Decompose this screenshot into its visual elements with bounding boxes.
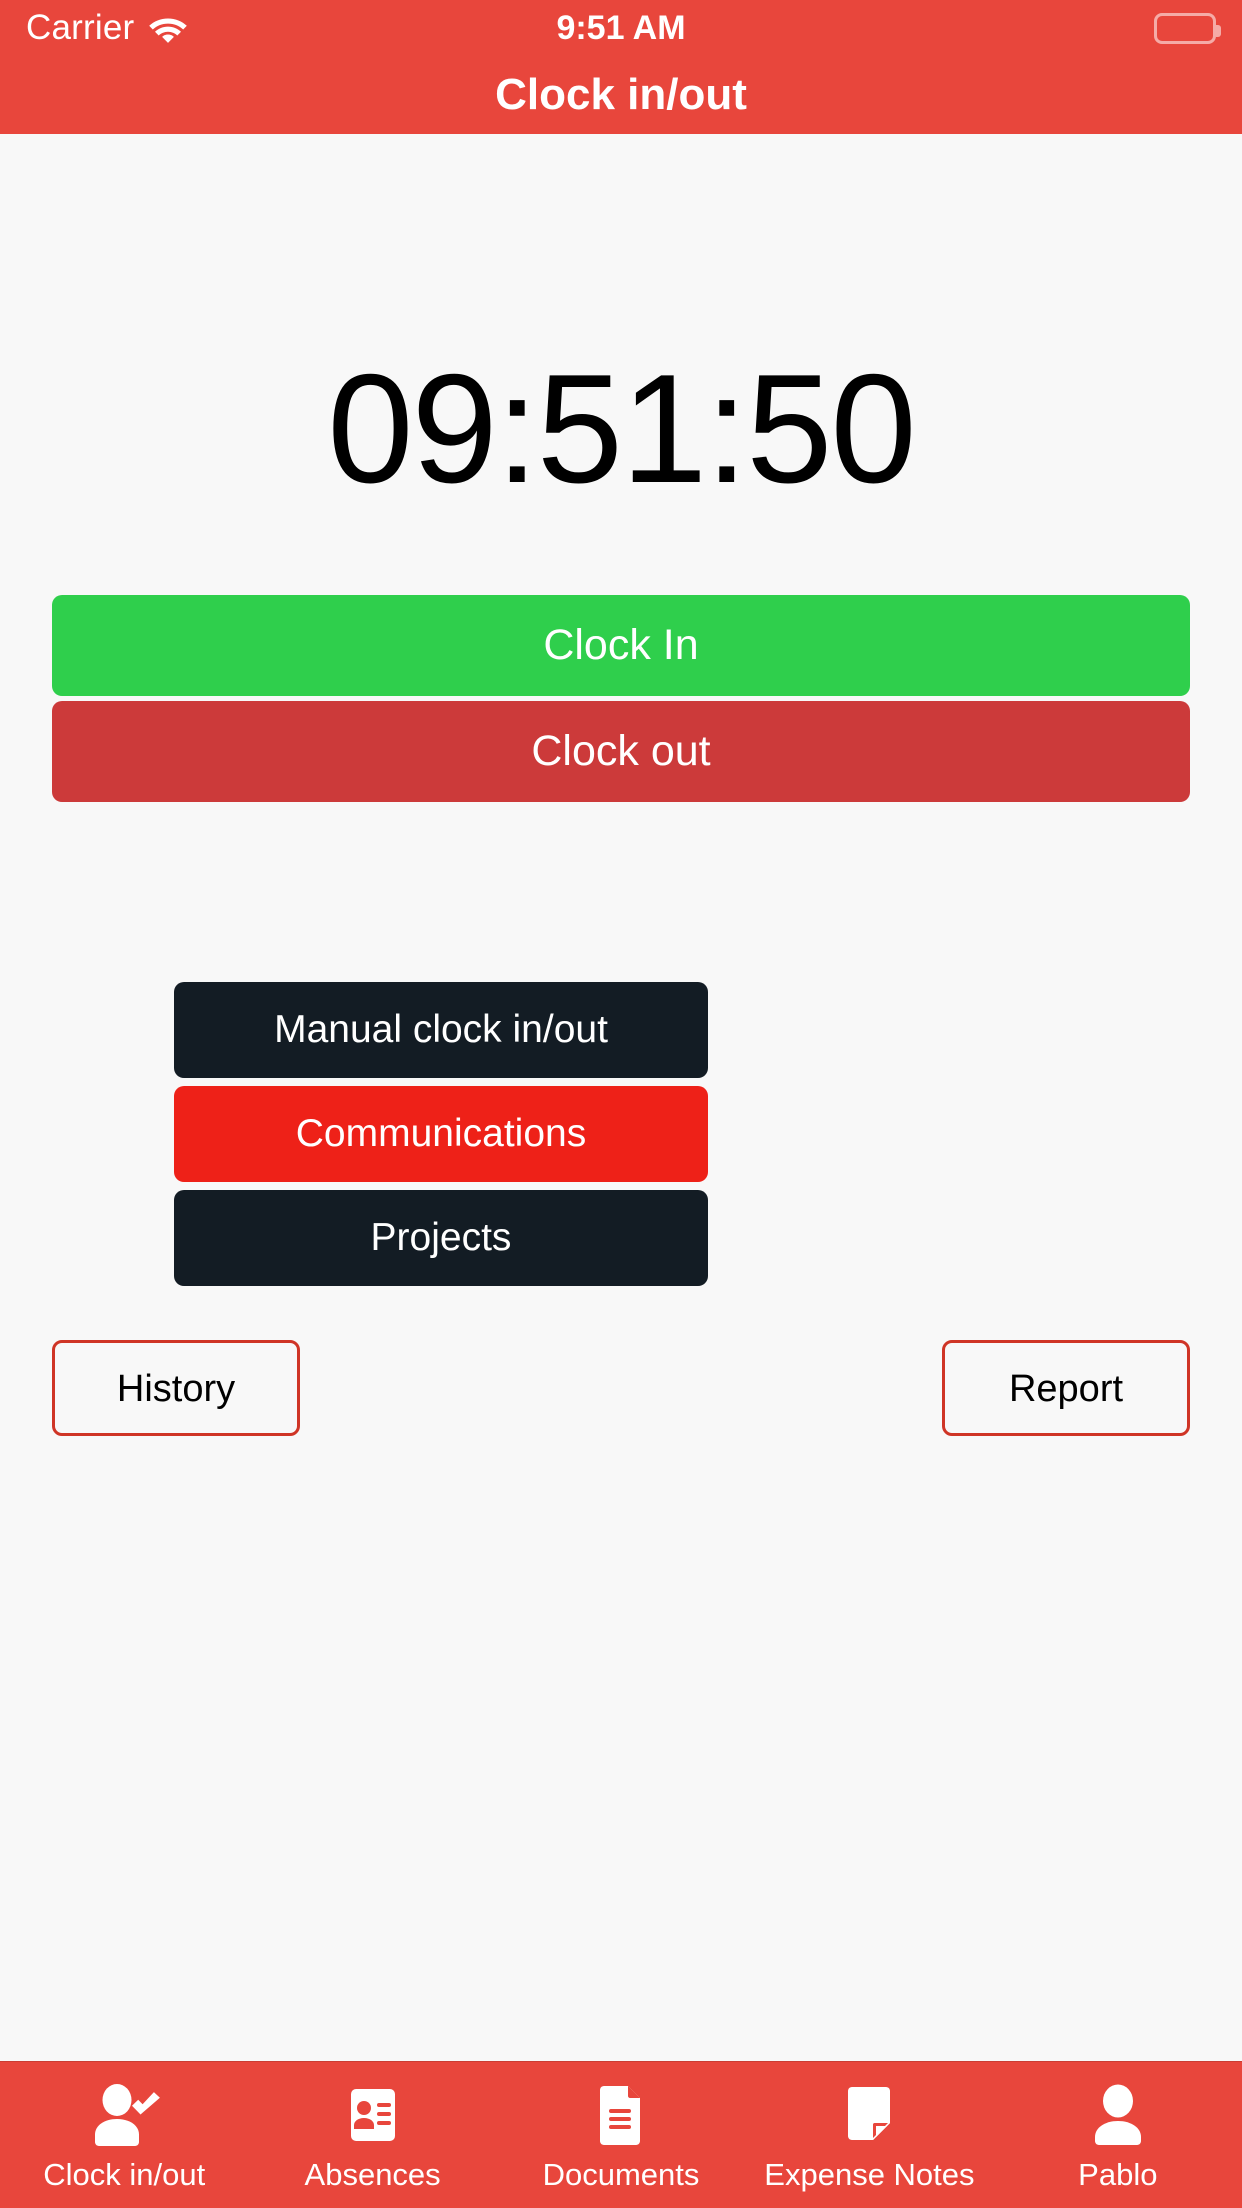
note-folded-corner-icon: [833, 2074, 905, 2156]
status-bar-right: [1154, 12, 1221, 44]
manual-clock-button[interactable]: Manual clock in/out: [174, 982, 708, 1078]
tab-label: Absences: [304, 2157, 441, 2192]
person-icon: [1082, 2074, 1154, 2156]
battery-full-icon: [1154, 12, 1221, 44]
clock-display: 09:51:50: [327, 342, 916, 515]
tab-clock-in-out[interactable]: Clock in/out: [0, 2062, 248, 2208]
wifi-icon: [148, 13, 188, 43]
clock-out-button[interactable]: Clock out: [52, 701, 1190, 802]
status-bar-left: Carrier: [26, 8, 188, 48]
page-title: Clock in/out: [495, 70, 747, 119]
id-card-icon: [337, 2074, 409, 2156]
status-bar: Carrier 9:51 AM: [0, 0, 1242, 56]
person-check-icon: [88, 2074, 161, 2156]
projects-button[interactable]: Projects: [174, 1190, 708, 1286]
tab-label: Documents: [542, 2157, 700, 2192]
carrier-label: Carrier: [26, 8, 135, 47]
main-content: 09:51:50 Clock In Clock out Manual clock…: [0, 134, 1242, 2061]
tab-label: Clock in/out: [43, 2157, 206, 2192]
tab-documents[interactable]: Documents: [497, 2062, 745, 2208]
secondary-action-group: Manual clock in/out Communications Proje…: [174, 982, 708, 1286]
outline-action-group: History Report: [52, 1340, 1190, 1436]
report-button[interactable]: Report: [942, 1340, 1190, 1436]
bottom-tab-bar: Clock in/out Absences Documents Expense …: [0, 2061, 1242, 2208]
tab-label: Expense Notes: [764, 2157, 975, 2192]
tab-label: Pablo: [1078, 2157, 1158, 2192]
tab-expense-notes[interactable]: Expense Notes: [745, 2062, 993, 2208]
primary-action-group: Clock In Clock out: [52, 595, 1190, 802]
tab-absences[interactable]: Absences: [248, 2062, 496, 2208]
clock-in-button[interactable]: Clock In: [52, 595, 1190, 696]
document-icon: [585, 2074, 657, 2156]
communications-button[interactable]: Communications: [174, 1086, 708, 1182]
history-button[interactable]: History: [52, 1340, 300, 1436]
battery-cap: [1216, 24, 1221, 37]
tab-profile[interactable]: Pablo: [994, 2062, 1242, 2208]
app-header: Carrier 9:51 AM Clock in/out: [0, 0, 1242, 134]
app-screen: Carrier 9:51 AM Clock in/out 09:51:50 Cl…: [0, 0, 1242, 2208]
